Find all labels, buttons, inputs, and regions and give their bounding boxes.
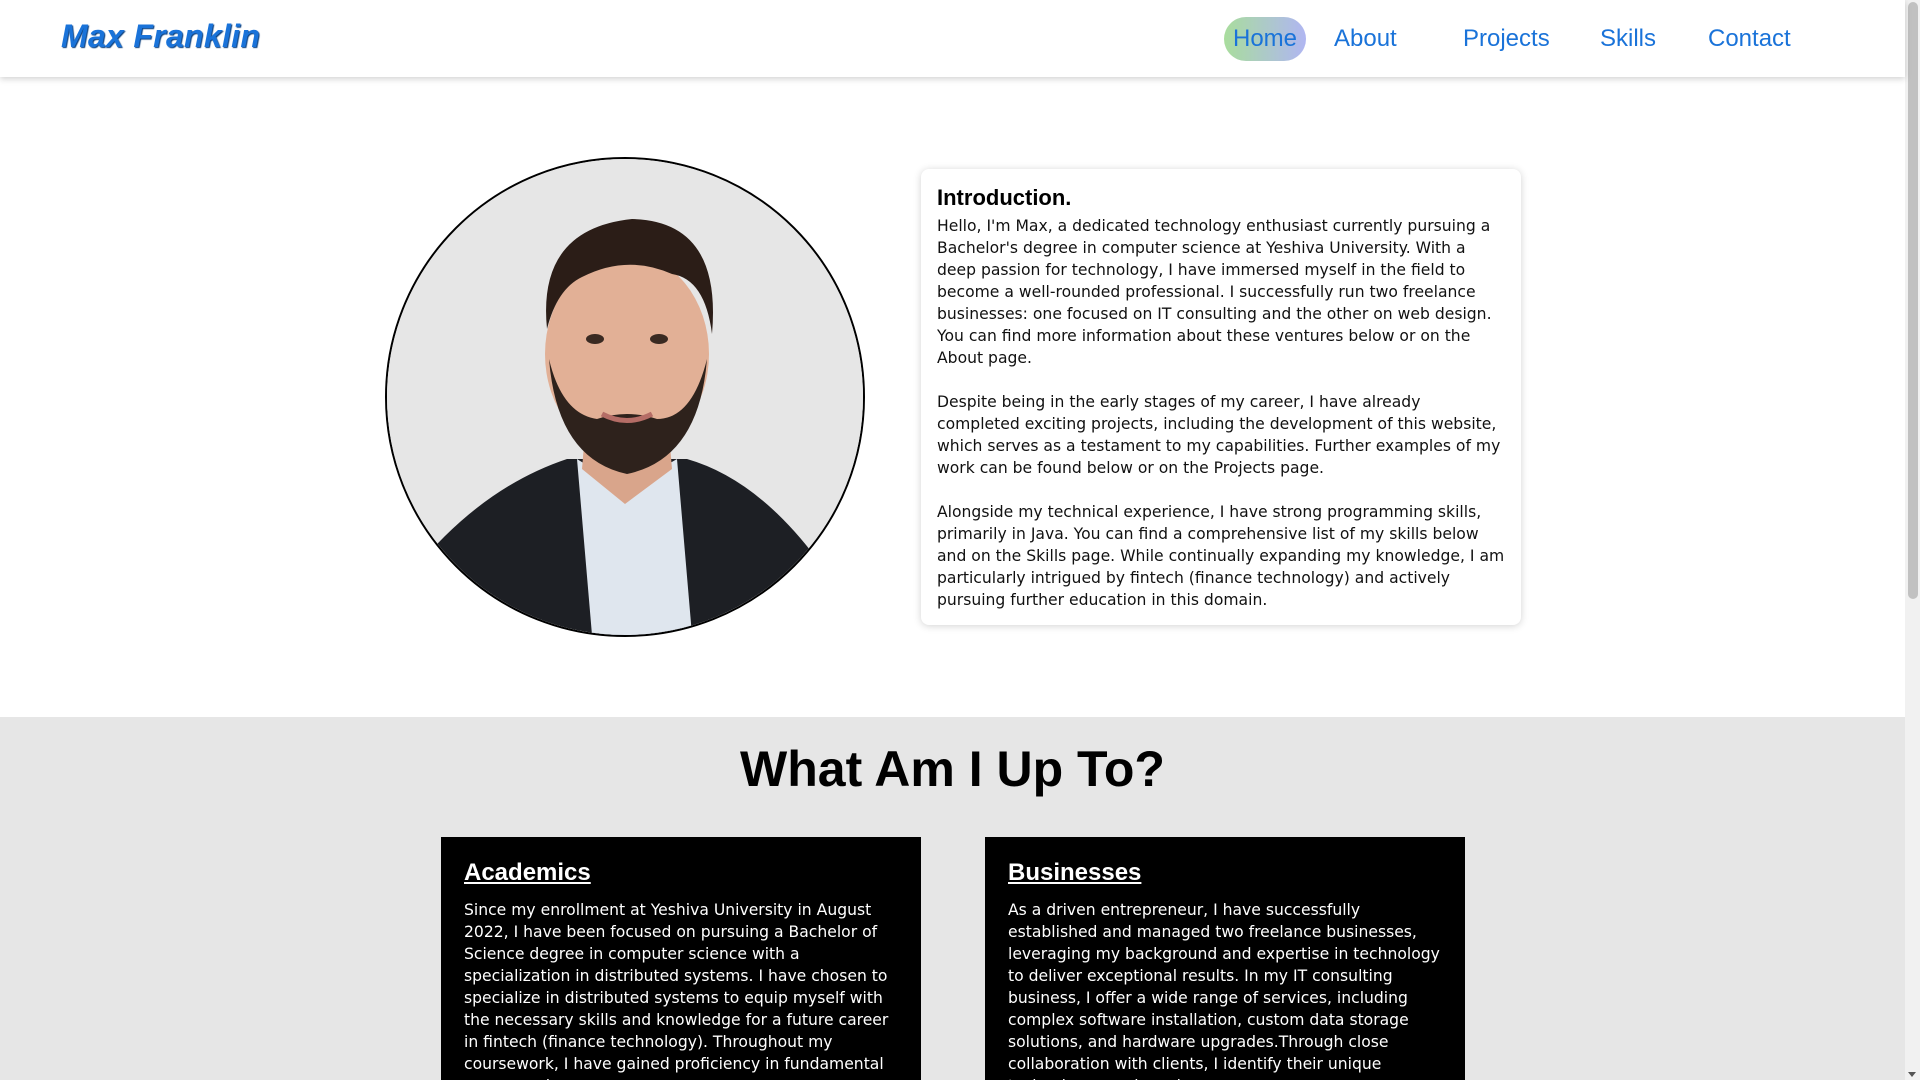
site-header: Max Franklin Home About Projects Skills … [0,0,1905,77]
academics-card: Academics Since my enrollment at Yeshiva… [441,837,921,1080]
introduction-paragraph: Despite being in the early stages of my … [937,393,1501,477]
section-title: What Am I Up To? [740,741,1165,797]
card-text: Since my enrollment at Yeshiva Universit… [464,901,889,1080]
card-title[interactable]: Academics [464,859,898,887]
nav-contact[interactable]: Contact [1708,17,1791,61]
nav-home[interactable]: Home [1224,17,1307,61]
chevron-down-icon[interactable] [1908,1072,1916,1077]
vertical-scrollbar[interactable] [1905,0,1920,1080]
introduction-card: Introduction. Hello, I'm Max, a dedicate… [921,169,1521,625]
nav-skills[interactable]: Skills [1600,17,1656,61]
nav-projects[interactable]: Projects [1463,17,1550,61]
nav-about[interactable]: About [1334,17,1397,61]
introduction-paragraph: Alongside my technical experience, I hav… [937,503,1505,609]
scrollbar-thumb[interactable] [1908,2,1918,599]
brand-logo[interactable]: Max Franklin [61,18,260,55]
card-text: As a driven entrepreneur, I have success… [1008,901,1440,1080]
card-title[interactable]: Businesses [1008,859,1442,887]
profile-photo [385,157,865,637]
what-am-i-up-to-section: What Am I Up To? Academics Since my enro… [0,717,1905,1080]
businesses-card: Businesses As a driven entrepreneur, I h… [985,837,1465,1080]
introduction-paragraph: Hello, I'm Max, a dedicated technology e… [937,217,1492,367]
introduction-title: Introduction. [937,185,1072,210]
